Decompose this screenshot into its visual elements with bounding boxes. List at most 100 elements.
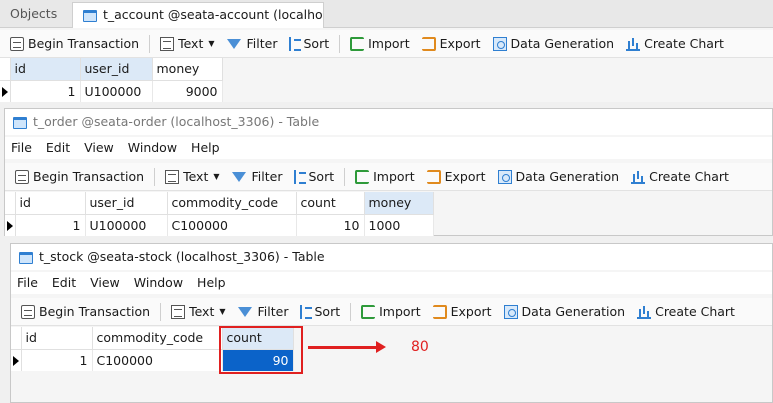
toolbar-divider [160, 302, 162, 321]
chart-icon [637, 305, 652, 319]
cell-user-id[interactable]: U100000 [85, 214, 168, 236]
filter-button[interactable]: Filter [226, 166, 289, 188]
menu-edit[interactable]: Edit [52, 275, 76, 290]
begin-transaction-button[interactable]: Begin Transaction [4, 33, 145, 55]
column-header-id[interactable]: id [10, 58, 81, 81]
import-button[interactable]: Import [344, 33, 416, 55]
begin-transaction-label: Begin Transaction [33, 169, 145, 184]
cell-commodity-code[interactable]: C100000 [167, 214, 297, 236]
transaction-icon [15, 169, 29, 184]
toolbar: Begin Transaction Text ▼ Filter Sort Impo… [11, 298, 772, 326]
toolbar-divider [344, 167, 346, 186]
cell-money[interactable]: 1000 [364, 214, 434, 236]
tab-t-account[interactable]: t_account @seata-account (localhost_3306… [72, 2, 324, 28]
cell-id[interactable]: 1 [10, 80, 81, 102]
row-indicator[interactable] [5, 214, 16, 236]
column-header-count[interactable]: count [296, 192, 365, 215]
column-header-commodity-code[interactable]: commodity_code [92, 327, 223, 350]
begin-transaction-button[interactable]: Begin Transaction [9, 166, 150, 188]
menu-view[interactable]: View [90, 275, 120, 290]
column-header-id[interactable]: id [21, 327, 93, 350]
row-header-corner [5, 192, 16, 215]
text-label: Text [189, 304, 215, 319]
menu-window[interactable]: Window [134, 275, 183, 290]
menu-help[interactable]: Help [197, 275, 226, 290]
table-icon [19, 251, 33, 264]
table-row[interactable]: 1 U100000 C100000 10 1000 [5, 214, 434, 236]
export-button[interactable]: Export [416, 33, 487, 55]
filter-button[interactable]: Filter [232, 301, 295, 323]
text-button[interactable]: Text ▼ [154, 33, 220, 55]
column-header-user-id[interactable]: user_id [85, 192, 168, 215]
export-button[interactable]: Export [421, 166, 492, 188]
tab-objects[interactable]: Objects [0, 2, 68, 28]
toolbar: Begin Transaction Text ▼ Filter Sort Impo… [0, 30, 773, 58]
window-title: t_stock @seata-stock (localhost_3306) - … [39, 249, 325, 264]
data-generation-icon [497, 169, 512, 184]
chevron-down-icon: ▼ [219, 307, 226, 316]
text-button[interactable]: Text ▼ [159, 166, 225, 188]
window-title-bar[interactable]: t_stock @seata-stock (localhost_3306) - … [11, 244, 772, 270]
window-title-bar[interactable]: t_order @seata-order (localhost_3306) - … [5, 109, 772, 135]
header-row: id user_id money [0, 58, 223, 81]
import-button[interactable]: Import [355, 301, 427, 323]
filter-label: Filter [246, 36, 278, 51]
sort-button[interactable]: Sort [288, 166, 340, 188]
cell-commodity-code[interactable]: C100000 [92, 349, 223, 371]
data-generation-button[interactable]: Data Generation [492, 166, 626, 188]
data-generation-label: Data Generation [515, 169, 620, 184]
data-generation-button[interactable]: Data Generation [498, 301, 632, 323]
row-header-corner [11, 327, 22, 350]
menu-file[interactable]: File [11, 140, 32, 155]
begin-transaction-button[interactable]: Begin Transaction [15, 301, 156, 323]
export-icon [432, 304, 447, 319]
column-header-money[interactable]: money [152, 58, 223, 81]
row-indicator[interactable] [0, 80, 11, 102]
menu-file[interactable]: File [17, 275, 38, 290]
red-arrow-icon [308, 341, 386, 353]
text-button[interactable]: Text ▼ [165, 301, 231, 323]
create-chart-button[interactable]: Create Chart [631, 301, 741, 323]
import-label: Import [379, 304, 421, 319]
toolbar: Begin Transaction Text ▼ Filter Sort Impo… [5, 163, 772, 191]
cell-id[interactable]: 1 [15, 214, 86, 236]
menu-view[interactable]: View [84, 140, 114, 155]
cell-user-id[interactable]: U100000 [80, 80, 153, 102]
menu-help[interactable]: Help [191, 140, 220, 155]
sort-button[interactable]: Sort [283, 33, 335, 55]
sort-icon [294, 169, 307, 184]
text-label: Text [178, 36, 204, 51]
column-header-money[interactable]: money [364, 192, 434, 215]
sort-button[interactable]: Sort [294, 301, 346, 323]
header-row: id user_id commodity_code count money [5, 192, 434, 215]
t-account-grid: id user_id money 1 U100000 9000 [0, 58, 223, 102]
import-label: Import [368, 36, 410, 51]
create-chart-button[interactable]: Create Chart [620, 33, 730, 55]
column-header-id[interactable]: id [15, 192, 86, 215]
filter-button[interactable]: Filter [221, 33, 284, 55]
export-icon [421, 36, 436, 51]
sort-icon [289, 36, 302, 51]
create-chart-label: Create Chart [649, 169, 729, 184]
text-icon [165, 169, 180, 184]
cell-id[interactable]: 1 [21, 349, 93, 371]
export-button[interactable]: Export [427, 301, 498, 323]
column-header-user-id[interactable]: user_id [80, 58, 153, 81]
column-header-commodity-code[interactable]: commodity_code [167, 192, 297, 215]
cell-money[interactable]: 9000 [152, 80, 223, 102]
chevron-down-icon: ▼ [213, 172, 220, 181]
import-button[interactable]: Import [349, 166, 421, 188]
menu-window[interactable]: Window [128, 140, 177, 155]
text-label: Text [183, 169, 209, 184]
text-icon [171, 304, 186, 319]
menu-edit[interactable]: Edit [46, 140, 70, 155]
row-indicator[interactable] [11, 349, 22, 371]
annotation-text: 80 [411, 339, 429, 355]
tab-t-account-label: t_account @seata-account (localhost_3306… [103, 7, 323, 22]
cell-count[interactable]: 10 [296, 214, 365, 236]
filter-label: Filter [257, 304, 289, 319]
data-generation-button[interactable]: Data Generation [487, 33, 621, 55]
table-row[interactable]: 1 U100000 9000 [0, 80, 223, 102]
window-title: t_order @seata-order (localhost_3306) - … [33, 114, 320, 129]
create-chart-button[interactable]: Create Chart [625, 166, 735, 188]
